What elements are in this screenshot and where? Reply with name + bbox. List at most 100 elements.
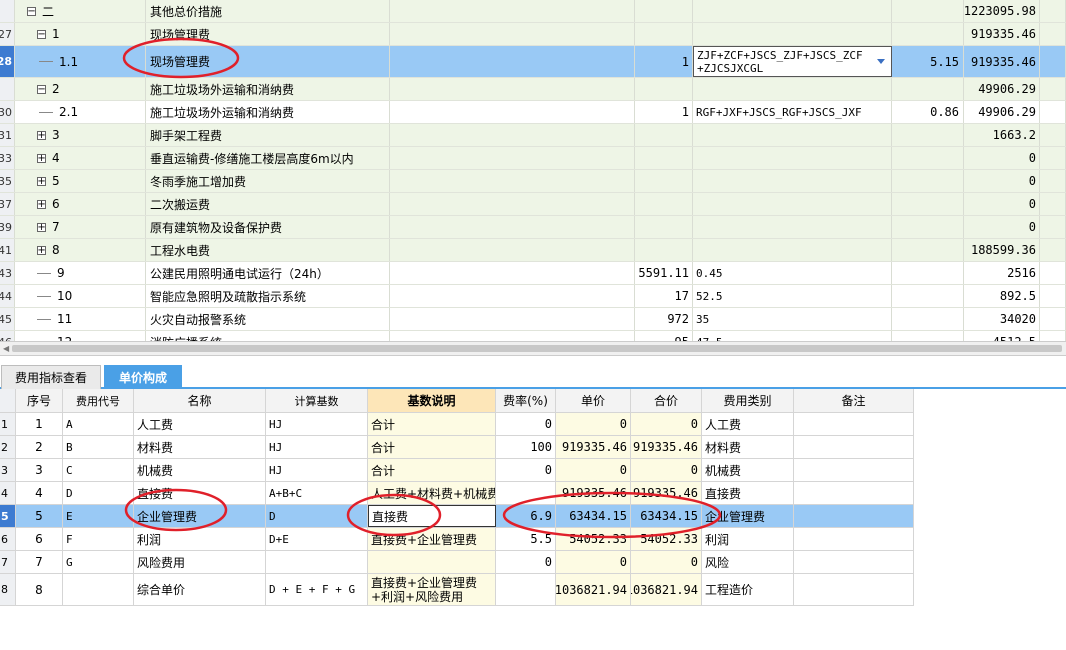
measure-row[interactable]: 43 9 公建民用照明通电试运行（24h） 5591.110.45 2516 [0,262,1066,285]
extra-cell[interactable] [1040,124,1066,146]
quantity-cell[interactable] [635,0,693,22]
extra-cell[interactable] [1040,331,1066,341]
total-cell[interactable]: 54052.33 [631,528,702,550]
row-number[interactable]: 7 [0,551,16,573]
table-row[interactable]: 2 2 B 材料费 HJ 合计 100 919335.46 919335.46 材料费 [0,436,914,459]
rate-cell[interactable] [892,0,964,22]
header-unit-price[interactable]: 单价 [556,389,631,412]
tab-cost-index[interactable]: 费用指标查看 [1,365,101,389]
expression-cell[interactable]: ZJF+ZCF+JSCS_ZJF+JSCS_ZCF +ZJCSJXCGL [693,46,892,77]
rate-cell[interactable] [892,23,964,45]
seq-cell[interactable]: 3 [16,459,63,481]
item-name[interactable]: 脚手架工程费 [146,124,390,146]
extra-cell[interactable] [1040,78,1066,100]
base-cell[interactable] [266,551,368,573]
unit-price-cell[interactable]: 919335.46 [556,482,631,504]
rate-cell[interactable]: 5.15 [892,46,964,77]
seq-cell[interactable]: 5 [16,505,63,527]
base-cell[interactable] [390,262,635,284]
name-cell[interactable]: 材料费 [134,436,266,458]
note-cell[interactable] [794,413,914,435]
base-cell[interactable] [390,216,635,238]
quantity-cell[interactable] [635,216,693,238]
table-row[interactable]: 4 4 D 直接费 A+B+C 人工费+材料费+机械费 919335.46 919335.46… [0,482,914,505]
base-desc-cell[interactable]: 直接费+企业管理费+利润+风险费用 [368,574,496,605]
note-cell[interactable] [794,551,914,573]
expand-icon[interactable]: + [37,222,46,232]
base-cell[interactable] [390,285,635,307]
category-cell[interactable]: 材料费 [702,436,794,458]
item-name[interactable]: 其他总价措施 [146,0,390,22]
quantity-cell[interactable]: 1 [635,101,693,123]
tree-node[interactable]: −2 [15,78,146,100]
name-cell[interactable]: 风险费用 [134,551,266,573]
note-cell[interactable] [794,482,914,504]
table-row[interactable]: 5 5 E 企业管理费 D 直接费 6.9 63434.15 63434.15 企业管理费 [0,505,914,528]
measure-row[interactable]: 35+5冬雨季施工增加费0 [0,170,1066,193]
seq-cell[interactable]: 1 [16,413,63,435]
rate-cell[interactable]: 0 [496,413,556,435]
extra-cell[interactable] [1040,193,1066,215]
row-number[interactable]: 30 [0,101,15,123]
measures-tree-grid[interactable]: −二其他总价措施1223095.9827−1现场管理费919335.46281.… [0,0,1066,341]
seq-cell[interactable]: 8 [16,574,63,605]
row-number[interactable]: 45 [0,308,15,330]
scroll-left-arrow-icon[interactable]: ◀ [3,344,9,353]
expression-cell[interactable] [693,23,892,45]
base-cell[interactable] [390,147,635,169]
header-total[interactable]: 合价 [631,389,702,412]
category-cell[interactable]: 人工费 [702,413,794,435]
header-code[interactable]: 费用代号 [63,389,134,412]
base-desc-cell[interactable]: 人工费+材料费+机械费 [368,482,496,504]
base-desc-cell[interactable]: 合计 [368,459,496,481]
item-name[interactable]: 智能应急照明及疏散指示系统 [146,285,390,307]
rate-cell[interactable]: 5.5 [496,528,556,550]
header-seq[interactable]: 序号 [16,389,63,412]
seq-cell[interactable]: 6 [16,528,63,550]
code-cell[interactable] [63,574,134,605]
unit-price-cell[interactable]: 919335.46 [556,436,631,458]
name-cell[interactable]: 人工费 [134,413,266,435]
quantity-cell[interactable] [635,239,693,261]
code-cell[interactable]: C [63,459,134,481]
row-number[interactable]: 6 [0,528,16,550]
extra-cell[interactable] [1040,147,1066,169]
header-rate[interactable]: 费率(%) [496,389,556,412]
rate-cell[interactable]: 0 [496,459,556,481]
unit-price-cell[interactable]: 0 [556,459,631,481]
unit-price-cell[interactable]: 54052.33 [556,528,631,550]
base-cell[interactable] [390,124,635,146]
tree-node[interactable]: 11 [15,308,146,330]
row-number[interactable]: 44 [0,285,15,307]
total-cell[interactable]: 63434.15 [631,505,702,527]
extra-cell[interactable] [1040,46,1066,77]
rate-cell[interactable] [892,124,964,146]
category-cell[interactable]: 风险 [702,551,794,573]
tab-unit-price-composition[interactable]: 单价构成 [104,365,182,389]
table-row[interactable]: 3 3 C 机械费 HJ 合计 0 0 0 机械费 [0,459,914,482]
extra-cell[interactable] [1040,216,1066,238]
expression-cell[interactable] [693,0,892,22]
rate-cell[interactable] [892,308,964,330]
total-cell[interactable]: 0 [964,170,1040,192]
header-note[interactable]: 备注 [794,389,914,412]
table-row[interactable]: 8 8 综合单价 D + E + F + G 直接费+企业管理费+利润+风险费用 1036… [0,574,914,606]
quantity-cell[interactable]: 17 [635,285,693,307]
code-cell[interactable]: F [63,528,134,550]
tree-node[interactable]: +5 [15,170,146,192]
unit-price-cell[interactable]: 63434.15 [556,505,631,527]
base-cell[interactable] [390,101,635,123]
total-cell[interactable]: 919335.46 [631,436,702,458]
name-cell[interactable]: 直接费 [134,482,266,504]
tree-node[interactable]: 1.1 [15,46,146,77]
category-cell[interactable]: 利润 [702,528,794,550]
total-cell[interactable]: 0 [964,147,1040,169]
measure-row[interactable]: 33+4垂直运输费-修缮施工楼层高度6m以内0 [0,147,1066,170]
category-cell[interactable]: 直接费 [702,482,794,504]
row-number[interactable]: 33 [0,147,15,169]
expand-icon[interactable]: + [37,176,46,186]
item-name[interactable]: 施工垃圾场外运输和消纳费 [146,78,390,100]
quantity-cell[interactable]: 95 [635,331,693,341]
item-name[interactable]: 二次搬运费 [146,193,390,215]
base-cell[interactable]: HJ [266,436,368,458]
